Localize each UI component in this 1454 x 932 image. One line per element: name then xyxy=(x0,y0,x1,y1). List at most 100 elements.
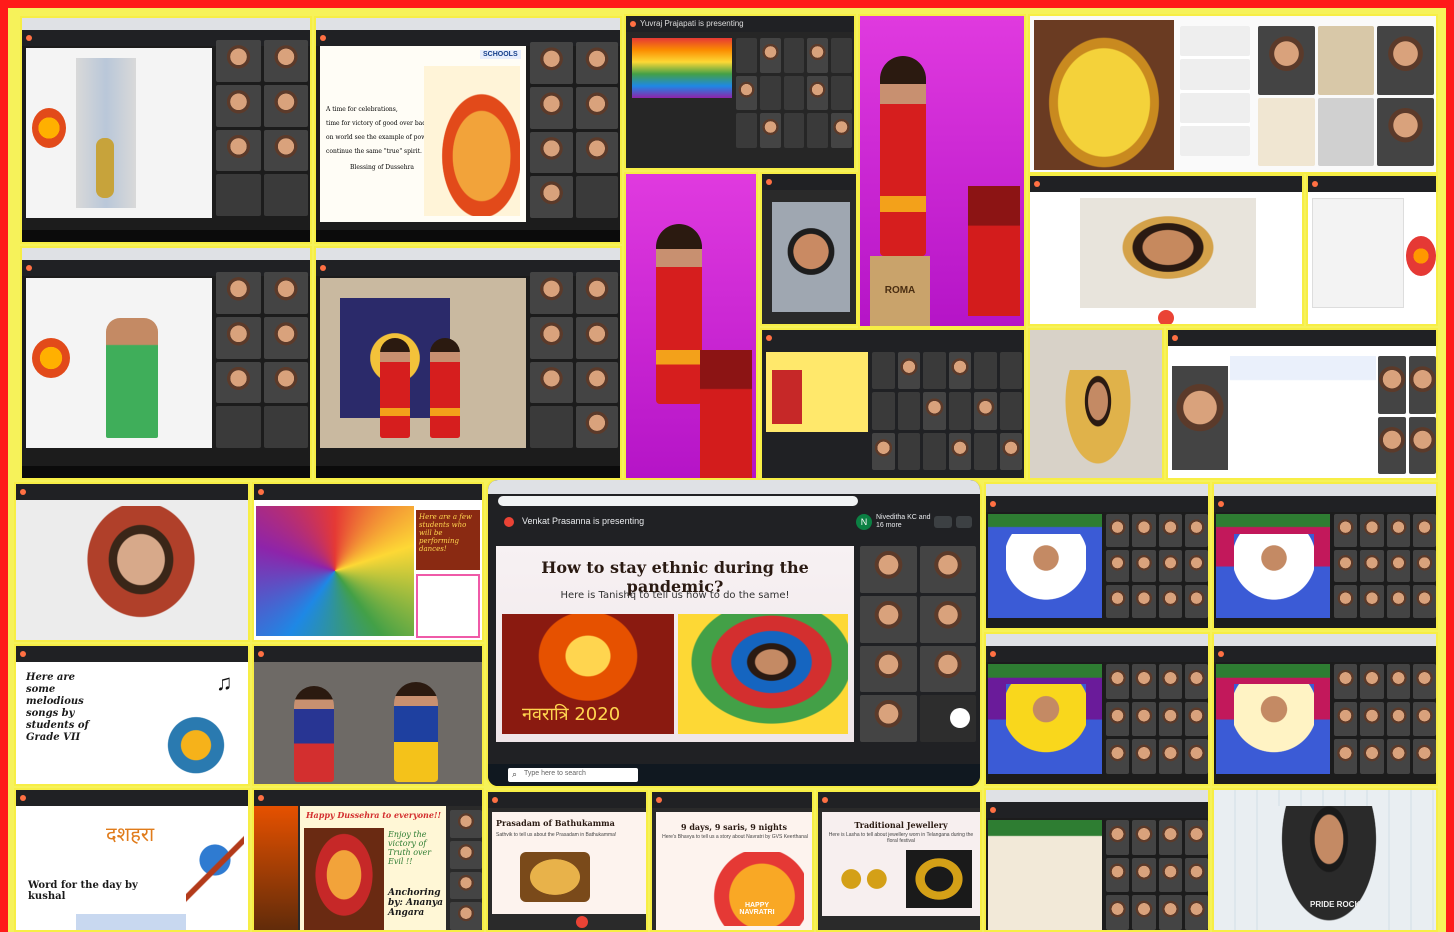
girl-with-drawing xyxy=(1006,684,1086,768)
meet-presentation-grid-tile xyxy=(760,328,1026,480)
address-bar[interactable] xyxy=(498,496,858,506)
boy-with-drawing xyxy=(1006,534,1086,614)
jewellery-tile: Traditional Jewellery Here is Lasha to t… xyxy=(816,790,982,932)
school-brand: SCHOOLS xyxy=(480,50,521,59)
video-call-tile-student-standing xyxy=(20,16,312,244)
participants-count: Niveditha KC and 16 more xyxy=(876,514,931,529)
participant-avatar[interactable]: N xyxy=(856,514,872,530)
drawing-call-tile-4 xyxy=(1212,632,1438,786)
prasadam-subtitle: Sathvik to tell us about the Prasadam in… xyxy=(496,832,617,838)
video-call-tile-girl-plate xyxy=(20,246,312,480)
meet-header xyxy=(762,174,856,190)
browser-tabs xyxy=(986,790,1208,802)
prasadam-slide: Prasadam of Bathukamma Sathvik to tell u… xyxy=(492,812,646,914)
slide-subtitle: Here is Tanishq to tell us how to do the… xyxy=(560,590,790,601)
dancer-figure xyxy=(394,682,438,782)
browser-tabs xyxy=(986,634,1208,646)
drawing-call-tile-1 xyxy=(984,482,1210,630)
browser-tabs xyxy=(22,248,310,260)
participant-grid xyxy=(1106,514,1208,618)
participant-grid xyxy=(1106,664,1208,774)
garland-slide xyxy=(988,820,1102,930)
search-box[interactable]: ⌕ Type here to search xyxy=(508,768,638,782)
search-placeholder: Type here to search xyxy=(524,770,586,777)
meet-header xyxy=(986,802,1208,818)
durga-illustration xyxy=(424,66,520,216)
meet-header xyxy=(762,330,1024,346)
participant-video xyxy=(66,506,216,640)
anchoring-text: Anchoring by: Ananya Angara xyxy=(388,888,443,918)
zoom-banner-text: Yuvraj Prajapati is presenting xyxy=(640,19,744,28)
end-call-button[interactable] xyxy=(1158,310,1174,324)
participant-video xyxy=(1060,370,1136,474)
city-skyline xyxy=(76,914,186,930)
saris-tile: 9 days, 9 saris, 9 nights Here's Bhavya … xyxy=(650,790,814,932)
saris-subtitle: Here's Bhavya to tell us a story about N… xyxy=(662,834,808,840)
dancers-slide-tile: Here are a few students who will be perf… xyxy=(252,482,484,642)
meet-header xyxy=(818,792,980,808)
navratri-slide xyxy=(766,352,868,432)
dancer-figure xyxy=(880,56,926,256)
taskbar xyxy=(22,230,310,242)
browser-tabs xyxy=(986,484,1208,496)
browser-tabs xyxy=(1214,484,1436,496)
captions-button[interactable] xyxy=(934,516,952,528)
meet-header xyxy=(1214,646,1436,662)
dancer-photo-tall: ROMA xyxy=(858,14,1026,328)
browser-tabs xyxy=(22,18,310,30)
participant-grid xyxy=(530,42,618,218)
meet-header xyxy=(16,646,248,662)
meet-header xyxy=(1030,176,1302,192)
shared-screen xyxy=(320,278,526,448)
prasadam-image xyxy=(520,852,590,902)
durga-image xyxy=(304,828,384,930)
shared-document xyxy=(1312,198,1404,308)
jewellery-slide: Traditional Jewellery Here is Lasha to t… xyxy=(822,812,980,916)
card-line-4: continue the same "true" spirit. xyxy=(326,148,422,155)
songs-slide-tile: Here are some melodious songs by student… xyxy=(14,644,250,786)
colorful-dancer-art xyxy=(256,506,414,636)
enjoy-text: Enjoy the victory of Truth over Evil !! xyxy=(388,830,432,866)
music-note-icon: ♫ xyxy=(216,670,233,695)
red-stool xyxy=(968,186,1020,316)
garba-dancer-image xyxy=(678,614,848,734)
boy-with-drawing xyxy=(1234,534,1314,614)
archer-illustration xyxy=(186,830,244,930)
jewellery-subtitle: Here is Lasha to tell about jewellery wo… xyxy=(828,832,974,844)
multi-presenter-tile xyxy=(1166,328,1438,480)
drawing-call-tile-2 xyxy=(1212,482,1438,630)
dancer-thumbnail xyxy=(416,574,480,638)
participant-grid xyxy=(1334,664,1436,774)
musician-illustration xyxy=(136,690,236,782)
prasadam-tile: Prasadam of Bathukamma Sathvik to tell u… xyxy=(486,790,648,932)
chat-fab[interactable] xyxy=(950,708,970,728)
happy-dussehra-slide: Happy Dussehra to everyone!! Enjoy the v… xyxy=(300,806,446,930)
dussehra-card: A time for celebrations, time for victor… xyxy=(320,46,526,222)
meet-header xyxy=(254,646,482,662)
boy-with-headphones-tile xyxy=(760,172,858,326)
windows-taskbar: ⌕ Type here to search xyxy=(488,764,980,786)
participant-grid xyxy=(872,352,1022,470)
garland-decoration xyxy=(1406,236,1436,276)
card-line-2: time for victory of good over bad, xyxy=(326,120,428,127)
pandemic-slide: How to stay ethnic during the pandemic? … xyxy=(496,546,854,742)
participant-video xyxy=(1080,198,1256,308)
dancer-figure xyxy=(294,686,334,782)
more-button[interactable] xyxy=(956,516,972,528)
participant-grid xyxy=(216,40,308,216)
dancer-figure xyxy=(656,224,702,404)
necklace-image xyxy=(906,850,972,908)
girl-speaking-tile xyxy=(1028,174,1304,326)
bathukamma-box: ROMA xyxy=(870,256,930,326)
girl-arms-raised-tile xyxy=(1028,328,1164,480)
navratri-image: नवरात्रि 2020 xyxy=(502,614,674,734)
drawing-call-tile-3 xyxy=(984,632,1210,786)
video-call-tile-two-dancers xyxy=(314,246,622,480)
shared-screen xyxy=(26,278,212,448)
end-call-button[interactable] xyxy=(576,916,588,928)
meet-header xyxy=(254,484,482,500)
boy-with-prop-tile: PRIDE ROCK xyxy=(1212,788,1438,932)
meet-header xyxy=(16,484,248,500)
happy-dussehra-tile: Happy Dussehra to everyone!! Enjoy the v… xyxy=(252,788,484,932)
zoom-presentation-tile: Yuvraj Prajapati is presenting xyxy=(624,14,856,170)
